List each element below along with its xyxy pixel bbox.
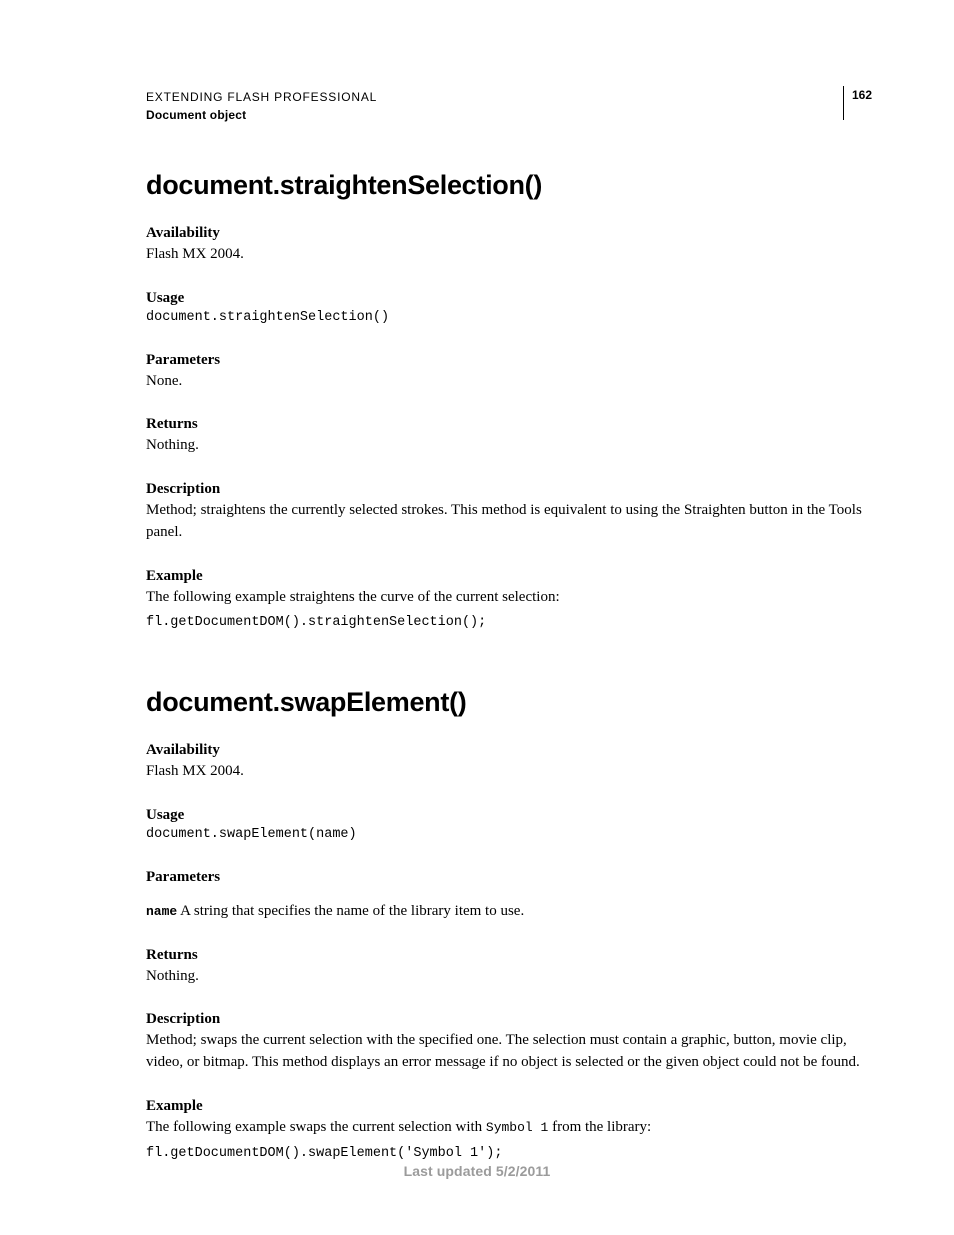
usage-label-2: Usage [146,807,872,824]
returns-label: Returns [146,416,872,433]
page: EXTENDING FLASH PROFESSIONAL Document ob… [0,0,954,1235]
page-number-rule [843,86,844,120]
section-heading-straighten: document.straightenSelection() [146,170,872,201]
param-name: name [146,904,177,919]
footer-last-updated: Last updated 5/2/2011 [0,1163,954,1179]
description-label-2: Description [146,1011,872,1028]
parameters-label-2: Parameters [146,869,872,886]
returns-text-2: Nothing. [146,966,872,988]
page-header: EXTENDING FLASH PROFESSIONAL Document ob… [146,88,872,124]
returns-label-2: Returns [146,947,872,964]
example-code: fl.getDocumentDOM().straightenSelection(… [146,614,872,633]
usage-label: Usage [146,290,872,307]
page-number: 162 [852,88,872,120]
header-left: EXTENDING FLASH PROFESSIONAL Document ob… [146,88,377,124]
example-text: The following example straightens the cu… [146,587,872,609]
example-code-2: fl.getDocumentDOM().swapElement('Symbol … [146,1145,872,1164]
availability-label-2: Availability [146,742,872,759]
header-subtitle: Document object [146,106,377,124]
page-number-wrap: 162 [843,88,872,120]
section-heading-swap: document.swapElement() [146,687,872,718]
header-title: EXTENDING FLASH PROFESSIONAL [146,88,377,106]
example-text-post: from the library: [548,1119,651,1135]
param-desc: A string that specifies the name of the … [177,903,524,919]
description-text-2: Method; swaps the current selection with… [146,1030,872,1074]
parameter-line: name A string that specifies the name of… [146,901,872,923]
example-text-pre: The following example swaps the current … [146,1119,486,1135]
returns-text: Nothing. [146,435,872,457]
example-label: Example [146,568,872,585]
description-text: Method; straightens the currently select… [146,500,872,544]
parameters-text: None. [146,371,872,393]
availability-label: Availability [146,225,872,242]
example-text-2: The following example swaps the current … [146,1117,872,1139]
example-label-2: Example [146,1098,872,1115]
usage-code: document.straightenSelection() [146,309,872,328]
usage-code-2: document.swapElement(name) [146,826,872,845]
parameters-label: Parameters [146,352,872,369]
availability-text-2: Flash MX 2004. [146,761,872,783]
description-label: Description [146,481,872,498]
availability-text: Flash MX 2004. [146,244,872,266]
example-inline-code: Symbol 1 [486,1120,548,1135]
